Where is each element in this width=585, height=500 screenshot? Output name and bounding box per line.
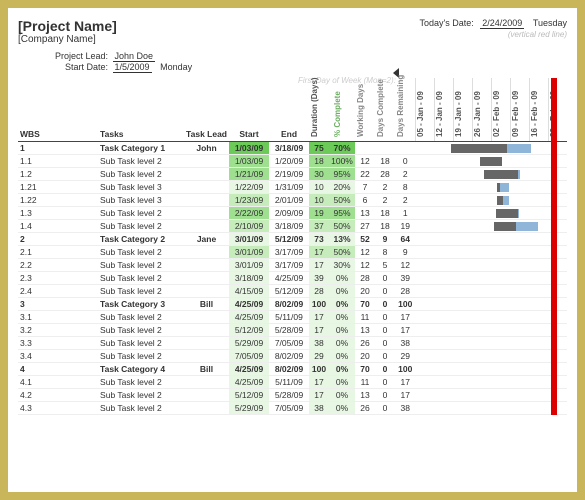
- table-row[interactable]: 1.4Sub Task level 22/10/093/18/093750%27…: [18, 220, 567, 233]
- table-row[interactable]: 2.4Sub Task level 24/15/095/12/09280%200…: [18, 285, 567, 298]
- col-dcomplete: Days Complete: [375, 78, 395, 142]
- date-col-0: 05 - Jan - 09: [416, 78, 435, 142]
- redline-note: (vertical red line): [419, 30, 567, 39]
- gantt-bar-cell: [416, 376, 568, 389]
- table-row[interactable]: 2.1Sub Task level 23/01/093/17/091750%12…: [18, 246, 567, 259]
- today-date-value[interactable]: 2/24/2009: [480, 18, 524, 29]
- table-row[interactable]: 4.3Sub Task level 25/29/097/05/09380%260…: [18, 402, 567, 415]
- start-label: Start Date:: [46, 62, 108, 72]
- date-col-5: 09 - Feb - 09: [511, 78, 530, 142]
- gantt-bar-cell: [416, 389, 568, 402]
- col-working: Working Days: [355, 78, 375, 142]
- gantt-table: WBS Tasks Task Lead Start End Duration (…: [18, 78, 567, 415]
- gantt-bar-cell: [416, 298, 568, 311]
- gantt-bar: [484, 170, 520, 179]
- lead-label: Project Lead:: [46, 51, 108, 61]
- table-row[interactable]: 1Task Category 1John1/03/093/18/097570%: [18, 142, 567, 155]
- today-label: Today's Date:: [419, 18, 473, 28]
- table-row[interactable]: 4.2Sub Task level 25/12/095/28/09170%130…: [18, 389, 567, 402]
- gantt-bar-cell: [416, 155, 568, 168]
- gantt-bar: [497, 183, 509, 192]
- today-day: Tuesday: [533, 18, 567, 28]
- table-row[interactable]: 3.1Sub Task level 24/25/095/11/09170%110…: [18, 311, 567, 324]
- gantt-bar-cell: [416, 181, 568, 194]
- table-row[interactable]: 2.2Sub Task level 23/01/093/17/091730%12…: [18, 259, 567, 272]
- col-tasks: Tasks: [98, 78, 184, 142]
- gantt-bar: [494, 222, 538, 231]
- gantt-bar-cell: [416, 246, 568, 259]
- table-row[interactable]: 3.3Sub Task level 25/29/097/05/09380%260…: [18, 337, 567, 350]
- table-row[interactable]: 3.2Sub Task level 25/12/095/28/09170%130…: [18, 324, 567, 337]
- table-row[interactable]: 1.1Sub Task level 21/03/091/20/0918100%1…: [18, 155, 567, 168]
- meta-block: Project Lead: John Doe Start Date: 1/5/2…: [46, 51, 567, 72]
- gantt-bar-cell: [416, 350, 568, 363]
- table-row[interactable]: 4Task Category 4Bill4/25/098/02/091000%7…: [18, 363, 567, 376]
- start-date-value[interactable]: 1/5/2009: [113, 62, 152, 73]
- gantt-bar-cell: [416, 194, 568, 207]
- table-row[interactable]: 1.2Sub Task level 21/21/092/19/093095%22…: [18, 168, 567, 181]
- table-row[interactable]: 1.22Sub Task level 31/23/092/01/091050%6…: [18, 194, 567, 207]
- col-wbs: WBS: [18, 78, 98, 142]
- date-col-4: 02 - Feb - 09: [492, 78, 511, 142]
- col-duration: Duration (Days): [309, 78, 329, 142]
- gantt-bar-cell: [416, 311, 568, 324]
- gantt-bar: [451, 144, 531, 153]
- today-redline: [551, 78, 557, 415]
- table-row[interactable]: 1.21Sub Task level 31/22/091/31/091020%7…: [18, 181, 567, 194]
- col-end: End: [269, 78, 309, 142]
- col-start: Start: [229, 78, 269, 142]
- lead-value[interactable]: John Doe: [113, 51, 156, 62]
- table-row[interactable]: 1.3Sub Task level 22/22/092/09/091995%13…: [18, 207, 567, 220]
- table-row[interactable]: 3.4Sub Task level 27/05/098/02/09290%200…: [18, 350, 567, 363]
- table-row[interactable]: 3Task Category 3Bill4/25/098/02/091000%7…: [18, 298, 567, 311]
- start-day: Monday: [160, 62, 192, 72]
- col-lead: Task Lead: [184, 78, 229, 142]
- gantt-bar: [497, 196, 509, 205]
- gantt-bar-cell: [416, 337, 568, 350]
- col-pct: % Complete: [329, 78, 355, 142]
- today-date-block: Today's Date: 2/24/2009 Tuesday (vertica…: [419, 18, 567, 39]
- gantt-bar: [480, 157, 502, 166]
- gantt-sheet: WBS Tasks Task Lead Start End Duration (…: [18, 78, 567, 415]
- gantt-bar-cell: [416, 233, 568, 246]
- gantt-bar-cell: [416, 259, 568, 272]
- gantt-bar-cell: [416, 168, 568, 181]
- gantt-bar-cell: [416, 272, 568, 285]
- gantt-bar-cell: [416, 207, 568, 220]
- table-row[interactable]: 2.3Sub Task level 23/18/094/25/09390%280…: [18, 272, 567, 285]
- date-col-6: 16 - Feb - 09: [530, 78, 549, 142]
- gantt-bar-cell: [416, 142, 568, 155]
- header: [Project Name] [Company Name] Today's Da…: [18, 18, 567, 72]
- gantt-bar-cell: [416, 285, 568, 298]
- table-row[interactable]: 4.1Sub Task level 24/25/095/11/09170%110…: [18, 376, 567, 389]
- date-col-1: 12 - Jan - 09: [435, 78, 454, 142]
- col-dremain: Days Remaining: [395, 78, 416, 142]
- date-col-2: 19 - Jan - 09: [454, 78, 473, 142]
- gantt-bar-cell: [416, 220, 568, 233]
- table-row[interactable]: 2Task Category 2Jane3/01/095/12/097313%5…: [18, 233, 567, 246]
- gantt-bar-cell: [416, 324, 568, 337]
- gantt-bar: [496, 209, 519, 218]
- gantt-bar-cell: [416, 402, 568, 415]
- gantt-bar-cell: [416, 363, 568, 376]
- date-col-3: 26 - Jan - 09: [473, 78, 492, 142]
